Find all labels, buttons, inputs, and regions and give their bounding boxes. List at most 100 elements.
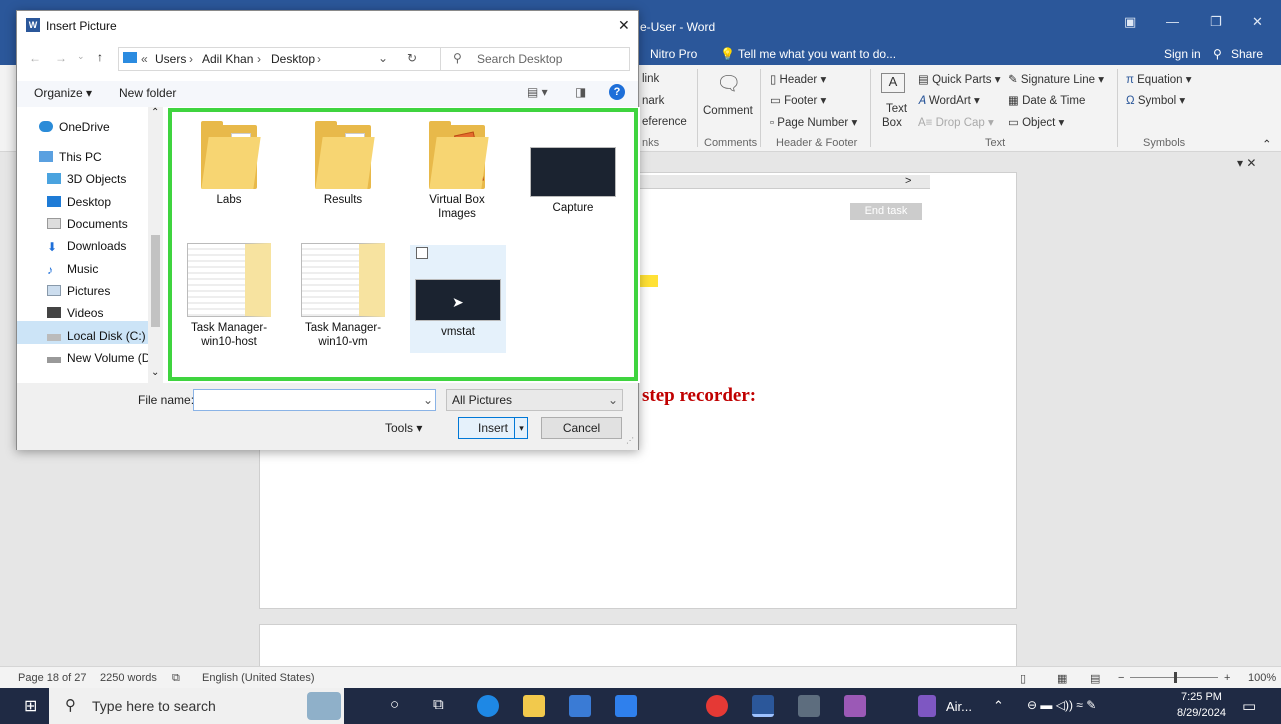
dialog-close-icon[interactable]: ✕ (618, 17, 630, 34)
symbol-button[interactable]: Ω Symbol ▾ (1126, 93, 1185, 107)
mail-icon[interactable] (615, 695, 637, 717)
nav-scrollbar[interactable]: ⌃ ⌄ (148, 107, 163, 383)
air-app-label[interactable]: Air... (946, 699, 972, 714)
tray-chevron-icon[interactable]: ⌃ (993, 698, 1004, 714)
resize-grip-icon[interactable]: ⋰ (626, 436, 634, 445)
close-window-icon[interactable]: ✕ (1252, 14, 1263, 30)
cortana-icon[interactable]: ○ (390, 696, 399, 713)
scrollbar-thumb[interactable] (151, 235, 160, 327)
tab-nitro-pro[interactable]: Nitro Pro (650, 47, 697, 61)
clock-time[interactable]: 7:25 PM (1181, 691, 1222, 703)
chevron-down-icon[interactable]: ⌄ (423, 393, 433, 407)
equation-button[interactable]: π Equation ▾ (1126, 72, 1192, 86)
file-type-select[interactable]: All Pictures ⌄ (446, 389, 623, 411)
print-layout-icon[interactable]: ▦ (1057, 672, 1067, 685)
minimize-icon[interactable]: — (1166, 14, 1179, 29)
ribbon-crossref-partial[interactable]: eference (642, 116, 687, 128)
recent-chevron-icon[interactable]: ⌄ (77, 51, 85, 62)
zoom-slider-handle[interactable] (1174, 672, 1177, 683)
file-name-input[interactable] (193, 389, 436, 411)
collapse-ribbon-icon[interactable]: ⌃ (1262, 137, 1272, 151)
comment-button[interactable]: Comment (703, 105, 753, 117)
zoom-out-icon[interactable]: − (1118, 672, 1124, 684)
word-count[interactable]: 2250 words (100, 672, 157, 684)
insert-button[interactable]: Insert ▾ (458, 417, 528, 439)
web-layout-icon[interactable]: ▤ (1090, 672, 1100, 685)
nav-item-local-disk[interactable]: Local Disk (C:) (47, 329, 146, 343)
up-arrow-icon[interactable]: ↑ (97, 50, 103, 64)
text-box-label-2[interactable]: Box (882, 117, 902, 129)
air-app-icon[interactable] (918, 695, 936, 717)
ribbon-display-icon[interactable]: ▣ (1124, 14, 1136, 30)
nav-item-videos[interactable]: Videos (47, 306, 103, 320)
nav-item-music[interactable]: ♪ Music (47, 262, 98, 277)
nav-item-new-volume[interactable]: New Volume (D: (47, 351, 154, 365)
zoom-in-icon[interactable]: + (1224, 672, 1230, 684)
nav-item-documents[interactable]: Documents (47, 217, 128, 231)
snipping-icon[interactable] (798, 695, 820, 717)
document-page-next[interactable] (259, 624, 1017, 669)
forward-arrow-icon[interactable]: → (55, 51, 67, 65)
read-mode-icon[interactable]: ▯ (1020, 672, 1026, 685)
ribbon-link-partial[interactable]: link (642, 73, 659, 85)
view-options-icon[interactable]: ▤ ▾ (527, 85, 548, 99)
footer-button[interactable]: ▭ Footer ▾ (770, 93, 826, 107)
language[interactable]: English (United States) (202, 672, 315, 684)
refresh-icon[interactable]: ↻ (407, 51, 417, 65)
drop-cap-button[interactable]: A≡ Drop Cap ▾ (918, 115, 994, 129)
nav-item-3d-objects[interactable]: 3D Objects (47, 172, 126, 186)
tell-me-box[interactable]: Tell me what you want to do... (738, 47, 896, 61)
proofing-icon[interactable]: ⧉ (172, 672, 180, 685)
new-folder-button[interactable]: New folder (119, 86, 176, 100)
tools-button[interactable]: Tools ▾ (385, 421, 422, 435)
sign-in-link[interactable]: Sign in (1164, 47, 1201, 61)
signature-line-button[interactable]: ✎ Signature Line ▾ (1008, 72, 1104, 86)
crumb-adil-khan[interactable]: Adil Khan (202, 52, 253, 66)
text-box-label-1[interactable]: Text (886, 103, 907, 115)
nav-item-pictures[interactable]: Pictures (47, 284, 110, 298)
header-button[interactable]: ▯ Header ▾ (770, 72, 826, 86)
cancel-button[interactable]: Cancel (541, 417, 622, 439)
task-view-icon[interactable]: ⧉ (433, 696, 444, 713)
page-count[interactable]: Page 18 of 27 (18, 672, 87, 684)
address-breadcrumb[interactable]: « Users › Adil Khan › Desktop › ⌄ ↻ (118, 47, 441, 71)
notification-icon[interactable]: ▭ (1242, 697, 1256, 715)
edge-icon[interactable] (477, 695, 499, 717)
insert-dropdown-icon[interactable]: ▾ (514, 418, 528, 438)
quick-parts-button[interactable]: ▤ Quick Parts ▾ (918, 72, 1000, 86)
ribbon-bookmark-partial[interactable]: nark (642, 95, 664, 107)
wordart-button[interactable]: 𝐴 WordArt ▾ (918, 93, 980, 108)
date-time-label: Date & Time (1022, 95, 1086, 107)
scroll-up-icon[interactable]: ⌃ (151, 107, 159, 118)
paint-icon[interactable] (844, 695, 866, 717)
help-icon[interactable]: ? (609, 84, 625, 100)
tray-icons[interactable]: ⊖ ▬ ◁)) ≈ ✎ (1027, 698, 1096, 712)
address-dropdown-icon[interactable]: ⌄ (378, 51, 388, 65)
preview-pane-icon[interactable]: ◨ (575, 85, 586, 99)
crumb-desktop[interactable]: Desktop (271, 52, 315, 66)
search-desktop-field[interactable]: ⚲ Search Desktop (440, 47, 630, 71)
crumb-users[interactable]: Users (155, 52, 186, 66)
textbox-icon: A (881, 73, 905, 93)
taskbar-search-box[interactable]: ⚲ Type here to search (49, 688, 344, 724)
windows-start-icon[interactable]: ⊞ (24, 696, 37, 716)
nav-item-this-pc[interactable]: This PC (39, 150, 102, 164)
store-icon[interactable] (569, 695, 591, 717)
opera-icon[interactable] (706, 695, 728, 717)
scroll-down-icon[interactable]: ⌄ (151, 367, 159, 378)
share-button[interactable]: Share (1231, 47, 1263, 61)
nav-item-downloads[interactable]: ⬇ Downloads (47, 239, 126, 254)
clock-date[interactable]: 8/29/2024 (1177, 707, 1226, 719)
back-arrow-icon[interactable]: ← (29, 51, 41, 65)
organize-button[interactable]: Organize ▾ (34, 86, 92, 100)
nav-item-onedrive[interactable]: OneDrive (39, 120, 110, 134)
object-button[interactable]: ▭ Object ▾ (1008, 115, 1064, 129)
pane-options-icon[interactable]: ▾ ✕ (1237, 156, 1256, 170)
page-number-button[interactable]: ▫ Page Number ▾ (770, 115, 857, 129)
file-explorer-icon[interactable] (523, 695, 545, 717)
date-time-button[interactable]: ▦ Date & Time (1008, 93, 1085, 107)
restore-icon[interactable]: ❐ (1210, 14, 1222, 30)
nav-item-desktop[interactable]: Desktop (47, 195, 111, 209)
zoom-level[interactable]: 100% (1248, 672, 1276, 684)
word-taskbar-icon[interactable] (752, 695, 774, 717)
